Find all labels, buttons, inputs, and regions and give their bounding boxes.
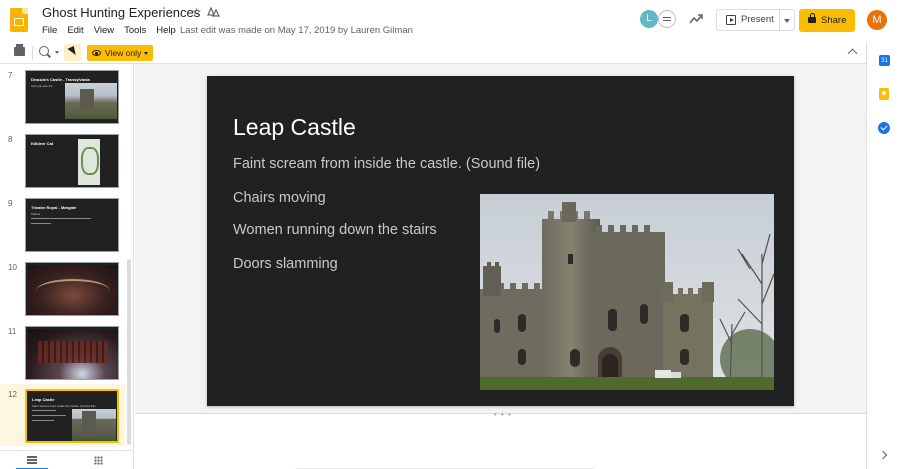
slide-thumbnail[interactable]: Theatre Royal - Margate Pianos <box>25 198 119 252</box>
print-icon[interactable] <box>14 44 25 56</box>
expand-icon[interactable] <box>878 450 888 460</box>
menu-bar: File Edit View Tools Help <box>42 25 176 36</box>
filmstrip-slide[interactable]: 8 Killdeer Cat <box>0 132 126 194</box>
document-title[interactable]: Ghost Hunting Experiences <box>42 5 200 20</box>
thumbnail-image <box>65 83 117 119</box>
present-button[interactable]: Present <box>716 9 780 31</box>
keep-icon[interactable] <box>879 88 889 100</box>
menu-file[interactable]: File <box>42 25 57 36</box>
present-options-dropdown[interactable] <box>780 9 795 31</box>
thumbnail-text-line <box>32 415 66 416</box>
slide-number: 12 <box>8 390 17 399</box>
thumbnail-image <box>72 409 116 441</box>
speaker-notes[interactable]: • • • <box>135 410 866 469</box>
collapse-icon[interactable] <box>847 48 858 59</box>
notes-resize-handle[interactable]: • • • <box>494 410 512 419</box>
slide-number: 8 <box>8 135 13 144</box>
thumbnail-text-line <box>32 420 54 421</box>
menu-edit[interactable]: Edit <box>67 25 83 36</box>
zoom-icon[interactable] <box>39 46 49 56</box>
view-only-label: View only <box>105 48 142 58</box>
thumbnail-text: Faint scream from inside the castle. (So… <box>32 404 96 408</box>
move-icon[interactable] <box>207 6 220 17</box>
current-slide[interactable]: Leap Castle Faint scream from inside the… <box>207 76 794 406</box>
menu-help[interactable]: Help <box>156 25 176 36</box>
slide-thumbnail[interactable] <box>25 262 119 316</box>
present-label: Present <box>741 14 774 25</box>
slide-number: 7 <box>8 71 13 80</box>
share-label: Share <box>821 15 847 26</box>
slide-number: 11 <box>8 327 17 336</box>
thumbnail-text-line <box>31 223 51 224</box>
thumbnail-title: Killdeer Cat <box>31 141 54 146</box>
thumbnail-text: Can you see it's... <box>31 84 55 88</box>
slide-bullet: Chairs moving <box>233 190 326 206</box>
select-icon[interactable] <box>64 44 81 61</box>
toolbar-divider <box>32 46 33 60</box>
collaborator-avatar[interactable]: L <box>640 10 658 28</box>
list-view-icon[interactable] <box>27 456 37 464</box>
toolbar: View only <box>0 42 866 64</box>
filmstrip-view-switcher <box>0 450 134 469</box>
side-panel: 31 <box>866 42 900 469</box>
filmstrip-slide[interactable]: 10 <box>0 260 126 322</box>
present-icon <box>726 15 736 25</box>
thumbnail-title: Dracula's Castle - Transylvania <box>31 77 90 82</box>
view-only-button[interactable]: View only <box>87 45 153 61</box>
thumbnail-image <box>28 265 118 315</box>
filmstrip-scrollbar[interactable] <box>127 259 131 445</box>
slide-number: 9 <box>8 199 13 208</box>
menu-view[interactable]: View <box>94 25 114 36</box>
thumbnail-title: Theatre Royal - Margate <box>31 205 77 210</box>
chevron-down-icon <box>144 52 148 55</box>
thumbnail-text-line <box>31 218 91 219</box>
chat-icon[interactable] <box>658 10 676 28</box>
slide-thumbnail[interactable]: Leap Castle Faint scream from inside the… <box>25 389 119 443</box>
thumbnail-title: Leap Castle <box>32 397 55 402</box>
account-avatar[interactable]: M <box>867 10 887 30</box>
filmstrip-slide[interactable]: 9 Theatre Royal - Margate Pianos <box>0 196 126 258</box>
thumbnail-image <box>78 139 100 185</box>
slides-logo-icon[interactable] <box>10 8 28 32</box>
slide-bullet: Doors slamming <box>233 256 338 272</box>
eye-icon <box>92 50 101 56</box>
slide-number: 10 <box>8 263 17 272</box>
thumbnail-text-line <box>32 410 56 411</box>
star-icon[interactable]: ☆ <box>191 5 202 19</box>
share-button[interactable]: Share <box>799 9 855 32</box>
grid-view-icon[interactable] <box>94 456 103 465</box>
app-header: Ghost Hunting Experiences ☆ File Edit Vi… <box>0 0 900 42</box>
slide-filmstrip: 7 Dracula's Castle - Transylvania Can yo… <box>0 64 134 450</box>
slide-canvas: Leap Castle Faint scream from inside the… <box>135 64 866 469</box>
slide-thumbnail[interactable]: Killdeer Cat <box>25 134 119 188</box>
calendar-icon[interactable]: 31 <box>879 55 890 66</box>
thumbnail-image <box>28 329 118 379</box>
slide-bullet: Women running down the stairs <box>233 222 437 238</box>
filmstrip-slide[interactable]: 7 Dracula's Castle - Transylvania Can yo… <box>0 68 126 130</box>
filmstrip-slide-active[interactable]: 12 Leap Castle Faint scream from inside … <box>0 384 126 446</box>
thumbnail-text: Pianos <box>31 212 41 216</box>
castle-photo <box>480 194 774 390</box>
activity-icon[interactable] <box>689 12 703 26</box>
menu-tools[interactable]: Tools <box>124 25 146 36</box>
tasks-icon[interactable] <box>878 122 890 134</box>
slide-thumbnail[interactable]: Dracula's Castle - Transylvania Can you … <box>25 70 119 124</box>
slide-thumbnail[interactable] <box>25 326 119 380</box>
slide-title: Leap Castle <box>233 114 356 140</box>
filmstrip-slide[interactable]: 11 <box>0 324 126 386</box>
zoom-dropdown-icon[interactable] <box>55 51 59 54</box>
slide-bullet: Faint scream from inside the castle. (So… <box>233 156 541 172</box>
lock-icon <box>808 13 816 23</box>
last-edit-link[interactable]: Last edit was made on May 17, 2019 by La… <box>180 25 413 36</box>
